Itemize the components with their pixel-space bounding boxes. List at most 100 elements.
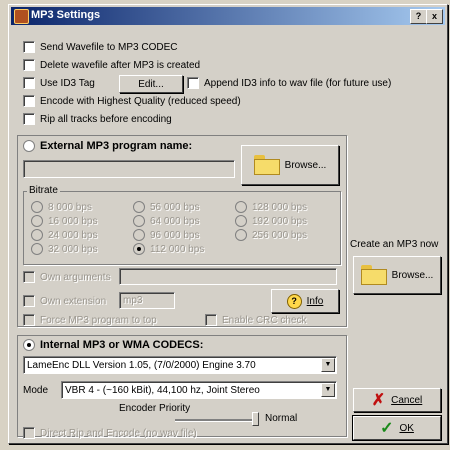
highest-quality-checkbox[interactable]: Encode with Highest Quality (reduced spe…: [23, 95, 241, 107]
radio-circle[interactable]: [235, 229, 247, 241]
bitrate-option[interactable]: 128 000 bps: [235, 201, 307, 213]
encoder-priority-label: Encoder Priority: [119, 403, 191, 414]
bitrate-group-label: Bitrate: [27, 185, 60, 196]
rip-all-label: Rip all tracks before encoding: [40, 113, 172, 125]
checkbox-box[interactable]: [23, 113, 35, 125]
direct-rip-label: Direct Rip and Encode (no wav file): [40, 427, 197, 439]
radio-circle[interactable]: [31, 243, 43, 255]
checkbox-box[interactable]: [23, 95, 35, 107]
radio-circle[interactable]: [235, 201, 247, 213]
checkbox-box[interactable]: [23, 77, 35, 89]
help-button[interactable]: ?: [410, 9, 427, 24]
radio-circle[interactable]: [235, 215, 247, 227]
delete-wavefile-checkbox[interactable]: Delete wavefile after MP3 is created: [23, 59, 200, 71]
internal-radio-label: Internal MP3 or WMA CODECS:: [40, 339, 204, 351]
browse-label: Browse...: [391, 269, 434, 281]
bitrate-option[interactable]: 16 000 bps: [31, 215, 98, 227]
codec-value: LameEnc DLL Version 1.05, (7/0/2000) Eng…: [27, 359, 256, 371]
bitrate-option[interactable]: 8 000 bps: [31, 201, 92, 213]
direct-rip-checkbox[interactable]: Direct Rip and Encode (no wav file): [23, 427, 197, 439]
bitrate-label: 24 000 bps: [48, 229, 98, 241]
bitrate-option-selected[interactable]: 112 000 bps: [133, 243, 204, 255]
edit-id3-button[interactable]: Edit...: [119, 75, 183, 93]
append-id3-label: Append ID3 info to wav file (for future …: [204, 77, 392, 89]
checkbox-box[interactable]: [23, 427, 35, 439]
append-id3-checkbox[interactable]: Append ID3 info to wav file (for future …: [187, 77, 391, 89]
chevron-down-icon[interactable]: ▼: [321, 383, 335, 397]
app-icon: [14, 9, 29, 24]
send-wavefile-checkbox[interactable]: Send Wavefile to MP3 CODEC: [23, 41, 177, 53]
bitrate-label: 192 000 bps: [252, 215, 308, 227]
chevron-down-icon[interactable]: ▼: [321, 358, 335, 372]
bitrate-option[interactable]: 96 000 bps: [133, 229, 200, 241]
radio-circle[interactable]: [23, 339, 35, 351]
own-extension-checkbox[interactable]: Own extension: [23, 295, 106, 307]
radio-circle[interactable]: [31, 215, 43, 227]
create-now-browse-button[interactable]: Browse...: [353, 256, 441, 294]
bitrate-label: 128 000 bps: [252, 201, 308, 213]
info-button[interactable]: ? Info: [271, 289, 339, 313]
force-top-label: Force MP3 program to top: [40, 314, 157, 326]
external-radio-label: External MP3 program name:: [40, 140, 193, 152]
checkbox-box[interactable]: [23, 41, 35, 53]
mode-label: Mode: [23, 385, 49, 396]
bitrate-option[interactable]: 56 000 bps: [133, 201, 200, 213]
bitrate-option[interactable]: 256 000 bps: [235, 229, 307, 241]
rip-all-checkbox[interactable]: Rip all tracks before encoding: [23, 113, 172, 125]
radio-circle[interactable]: [133, 229, 145, 241]
ok-button[interactable]: ✓ OK: [352, 415, 442, 441]
bitrate-option[interactable]: 24 000 bps: [31, 229, 98, 241]
checkbox-box[interactable]: [187, 77, 199, 89]
window-title: MP3 Settings: [31, 9, 101, 21]
codec-select[interactable]: LameEnc DLL Version 1.05, (7/0/2000) Eng…: [23, 356, 337, 374]
bitrate-label: 112 000 bps: [150, 243, 205, 255]
checkbox-box[interactable]: [23, 295, 35, 307]
folder-icon: [253, 155, 280, 175]
radio-circle[interactable]: [31, 201, 43, 213]
use-id3-checkbox[interactable]: Use ID3 Tag: [23, 77, 95, 89]
checkbox-box[interactable]: [205, 314, 217, 326]
mp3-settings-dialog: MP3 Settings ? x Send Wavefile to MP3 CO…: [8, 4, 448, 444]
checkmark-icon: ✓: [380, 420, 394, 437]
bitrate-label: 56 000 bps: [150, 201, 200, 213]
close-button[interactable]: x: [426, 9, 443, 24]
external-path-input[interactable]: [23, 160, 235, 178]
external-browse-button[interactable]: Browse...: [241, 145, 339, 185]
radio-circle[interactable]: [133, 201, 145, 213]
bitrate-option[interactable]: 64 000 bps: [133, 215, 200, 227]
own-extension-label: Own extension: [40, 295, 107, 307]
checkbox-box[interactable]: [23, 59, 35, 71]
info-icon: ?: [286, 293, 302, 309]
highest-quality-label: Encode with Highest Quality (reduced spe…: [40, 95, 241, 107]
force-top-checkbox[interactable]: Force MP3 program to top: [23, 314, 157, 326]
crc-label: Enable CRC check: [222, 314, 307, 326]
own-arguments-input[interactable]: [119, 268, 337, 285]
radio-circle[interactable]: [31, 229, 43, 241]
crc-checkbox[interactable]: Enable CRC check: [205, 314, 306, 326]
radio-circle[interactable]: [133, 243, 145, 255]
radio-circle[interactable]: [23, 140, 35, 152]
priority-slider-track[interactable]: [175, 419, 257, 422]
bitrate-label: 32 000 bps: [48, 243, 98, 255]
checkbox-box[interactable]: [23, 271, 35, 283]
own-arguments-label: Own arguments: [40, 271, 111, 283]
radio-circle[interactable]: [133, 215, 145, 227]
cancel-label: Cancel: [391, 394, 423, 406]
priority-slider-thumb[interactable]: [252, 412, 259, 426]
bitrate-option[interactable]: 32 000 bps: [31, 243, 98, 255]
cancel-button[interactable]: ✗ Cancel: [353, 388, 441, 412]
mode-select[interactable]: VBR 4 - (~160 kBit), 44,100 hz, Joint St…: [61, 381, 337, 399]
own-extension-input[interactable]: mp3: [119, 292, 175, 309]
mode-value: VBR 4 - (~160 kBit), 44,100 hz, Joint St…: [65, 384, 260, 396]
bitrate-option[interactable]: 192 000 bps: [235, 215, 307, 227]
bitrate-label: 256 000 bps: [252, 229, 308, 241]
send-wavefile-label: Send Wavefile to MP3 CODEC: [40, 41, 178, 53]
checkbox-box[interactable]: [23, 314, 35, 326]
bitrate-label: 8 000 bps: [48, 201, 92, 213]
ok-label: OK: [399, 422, 414, 434]
browse-label: Browse...: [284, 159, 327, 171]
external-radio[interactable]: External MP3 program name:: [23, 140, 192, 152]
internal-radio[interactable]: Internal MP3 or WMA CODECS:: [23, 339, 203, 351]
own-arguments-checkbox[interactable]: Own arguments: [23, 271, 111, 283]
delete-wavefile-label: Delete wavefile after MP3 is created: [40, 59, 201, 71]
